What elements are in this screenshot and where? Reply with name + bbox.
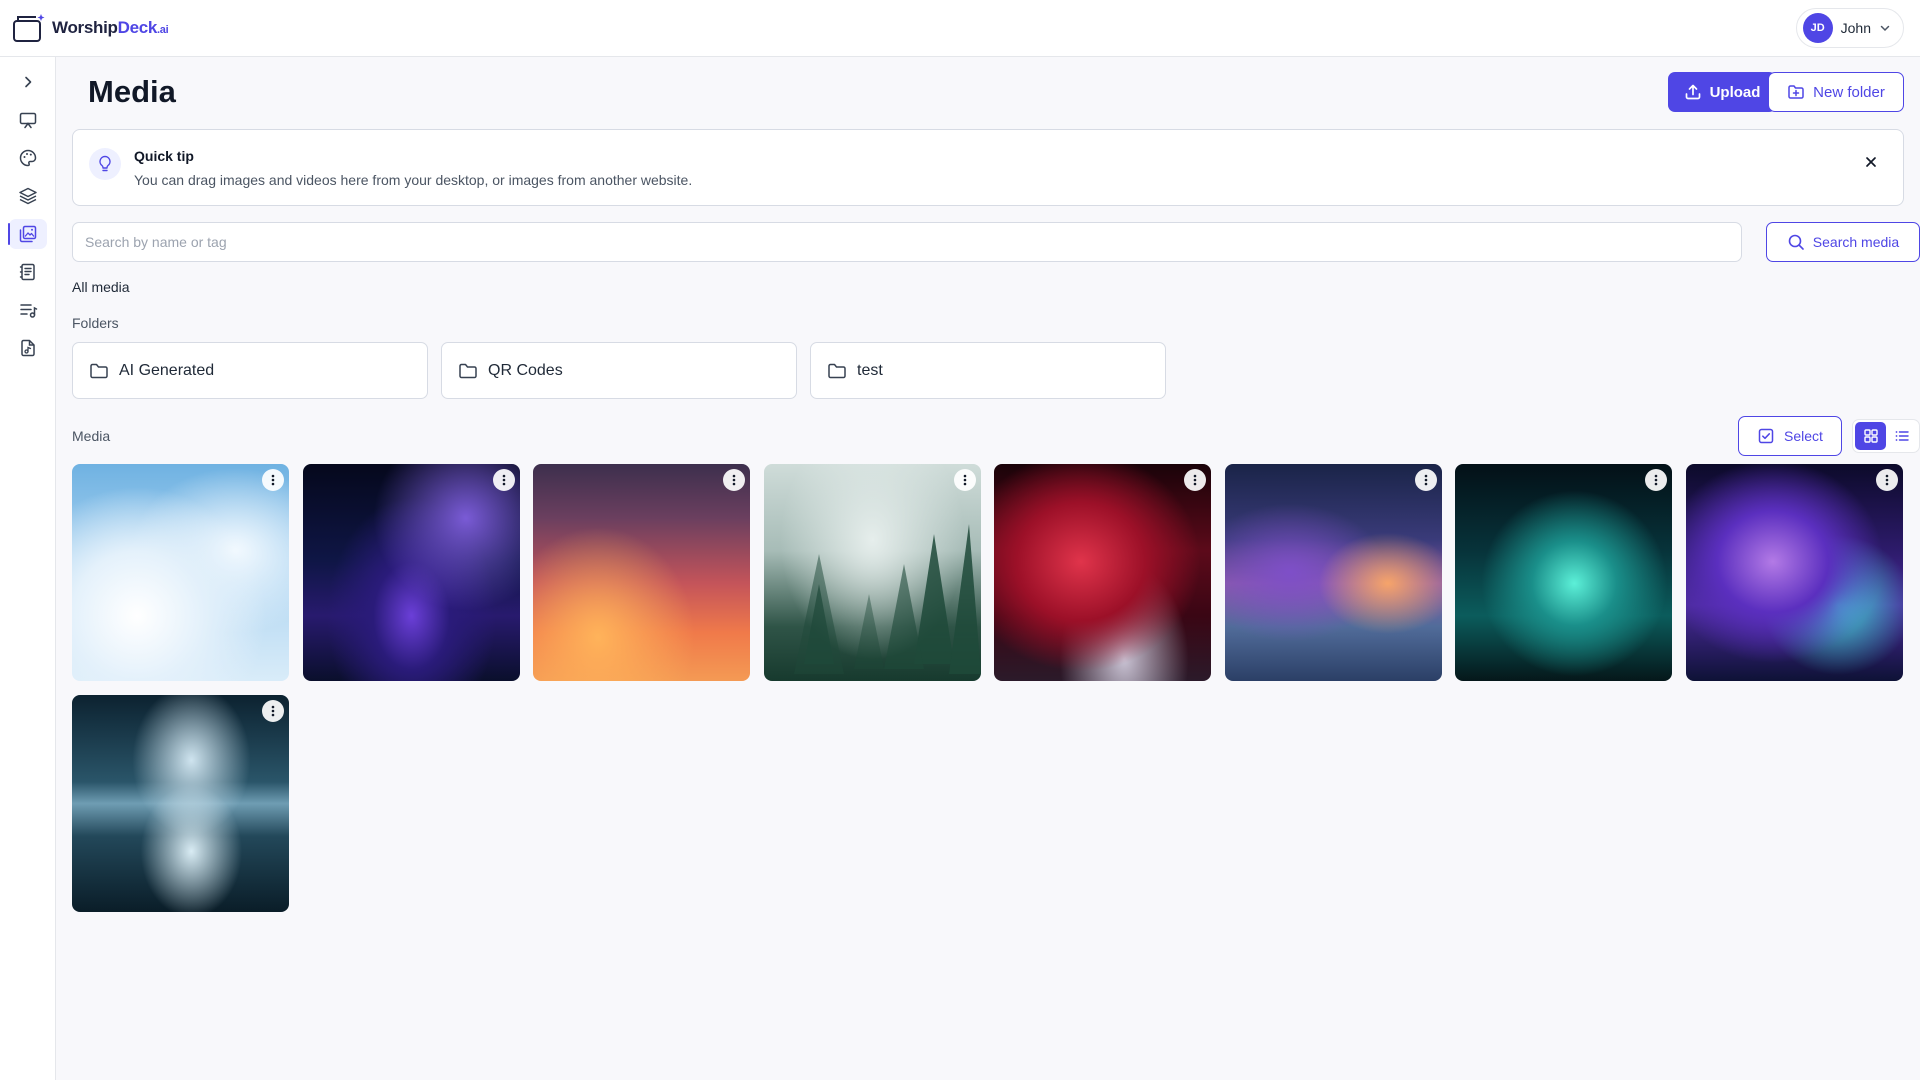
user-menu-button[interactable]: JD John bbox=[1795, 8, 1904, 48]
playlist-icon bbox=[19, 304, 37, 318]
music-file-icon bbox=[20, 339, 35, 357]
media-options-button[interactable] bbox=[723, 469, 745, 491]
checkbox-icon bbox=[1758, 428, 1774, 444]
list-view-button[interactable] bbox=[1886, 422, 1917, 450]
folder-label: QR Codes bbox=[488, 361, 563, 379]
upload-label: Upload bbox=[1709, 83, 1761, 101]
more-vertical-icon bbox=[1193, 474, 1197, 486]
sidebar-item-presentations[interactable] bbox=[9, 105, 47, 135]
close-icon bbox=[1866, 157, 1876, 167]
new-folder-button[interactable]: New folder bbox=[1768, 72, 1904, 112]
aurora-image[interactable] bbox=[1455, 464, 1672, 681]
folder-icon bbox=[459, 363, 477, 378]
layers-icon bbox=[18, 187, 37, 205]
logo-icon bbox=[13, 14, 45, 42]
red-clouds-image[interactable] bbox=[994, 464, 1211, 681]
presentation-icon bbox=[19, 112, 36, 129]
title-row: Media Upload New folder bbox=[72, 57, 1904, 127]
select-label: Select bbox=[1784, 428, 1823, 444]
galaxy-night-image[interactable] bbox=[302, 464, 520, 681]
sidebar-item-playlists[interactable] bbox=[9, 295, 47, 325]
more-vertical-icon bbox=[732, 474, 736, 486]
folder-label: test bbox=[857, 361, 883, 379]
page-title: Media bbox=[88, 74, 176, 109]
chevron-down-icon bbox=[1880, 25, 1890, 32]
list-icon bbox=[1895, 431, 1909, 441]
media-grid bbox=[72, 464, 1903, 912]
more-vertical-icon bbox=[271, 705, 275, 717]
view-toggle bbox=[1852, 419, 1920, 453]
folder-icon bbox=[828, 363, 846, 378]
more-vertical-icon bbox=[1424, 474, 1427, 486]
search-input[interactable] bbox=[72, 222, 1742, 262]
more-vertical-icon bbox=[1654, 474, 1658, 486]
purple-sunset-clouds-image[interactable] bbox=[1224, 464, 1442, 681]
sidebar-item-media[interactable] bbox=[7, 219, 47, 249]
avatar: JD bbox=[1802, 13, 1833, 43]
app-logo[interactable]: WorshipDeck.ai bbox=[12, 13, 169, 43]
media-options-button[interactable] bbox=[1645, 469, 1667, 491]
media-icon bbox=[19, 225, 36, 243]
songbook-icon bbox=[19, 263, 35, 281]
grid-icon bbox=[1863, 429, 1878, 443]
misty-forest-image[interactable] bbox=[763, 464, 981, 681]
tip-body: You can drag images and videos here from… bbox=[134, 172, 693, 188]
user-name: John bbox=[1840, 20, 1871, 36]
sidebar-item-songbook[interactable] bbox=[9, 257, 47, 287]
more-vertical-icon bbox=[963, 474, 966, 486]
main-content: Media Upload New folder Quick tip You ca… bbox=[56, 57, 1920, 1080]
more-vertical-icon bbox=[1885, 474, 1888, 486]
sidebar-item-music-files[interactable] bbox=[9, 333, 47, 363]
media-options-button[interactable] bbox=[1184, 469, 1206, 491]
search-icon bbox=[1788, 234, 1804, 250]
folder-ai-generated[interactable]: AI Generated bbox=[72, 342, 428, 399]
folder-list: AI Generated QR Codes test bbox=[72, 342, 1166, 399]
lightbulb-icon bbox=[89, 148, 121, 180]
clouds-sky-image[interactable] bbox=[72, 464, 289, 681]
sidebar-expand-button[interactable] bbox=[9, 67, 47, 97]
more-vertical-icon bbox=[502, 474, 505, 486]
forest-trees-icon bbox=[793, 524, 981, 674]
media-options-button[interactable] bbox=[1414, 469, 1437, 491]
select-button[interactable]: Select bbox=[1738, 416, 1842, 456]
chevron-right-icon bbox=[24, 76, 31, 88]
close-tip-button[interactable] bbox=[1861, 152, 1881, 172]
palette-icon bbox=[19, 149, 36, 167]
search-media-button[interactable]: Search media bbox=[1766, 222, 1920, 262]
folder-test[interactable]: test bbox=[810, 342, 1166, 399]
media-options-button[interactable] bbox=[1875, 469, 1898, 491]
media-options-button[interactable] bbox=[262, 469, 284, 491]
media-options-button[interactable] bbox=[953, 469, 976, 491]
breadcrumb[interactable]: All media bbox=[72, 279, 130, 295]
upload-button[interactable]: Upload bbox=[1668, 72, 1776, 112]
tip-title: Quick tip bbox=[134, 148, 194, 164]
sidebar-item-themes[interactable] bbox=[9, 143, 47, 173]
media-options-button[interactable] bbox=[262, 700, 284, 722]
search-media-label: Search media bbox=[1812, 234, 1900, 250]
folder-qr-codes[interactable]: QR Codes bbox=[441, 342, 797, 399]
grid-view-button[interactable] bbox=[1855, 422, 1886, 450]
app-header: WorshipDeck.ai JD John bbox=[0, 0, 1920, 57]
lake-reflection-image[interactable] bbox=[72, 695, 289, 912]
folder-plus-icon bbox=[1788, 85, 1804, 99]
more-vertical-icon bbox=[271, 474, 275, 486]
media-heading: Media bbox=[72, 428, 111, 444]
sunset-clouds-image[interactable] bbox=[533, 464, 750, 681]
folder-label: AI Generated bbox=[119, 361, 215, 379]
folder-icon bbox=[90, 363, 108, 378]
new-folder-label: New folder bbox=[1813, 83, 1885, 101]
folders-heading: Folders bbox=[72, 315, 119, 331]
upload-icon bbox=[1685, 84, 1700, 100]
sidebar-item-layers[interactable] bbox=[9, 181, 47, 211]
media-options-button[interactable] bbox=[492, 469, 515, 491]
quick-tip-banner: Quick tip You can drag images and videos… bbox=[72, 129, 1904, 206]
logo-text: WorshipDeck.ai bbox=[52, 18, 169, 37]
sidebar bbox=[0, 57, 56, 1080]
purple-nebula-image[interactable] bbox=[1685, 464, 1903, 681]
